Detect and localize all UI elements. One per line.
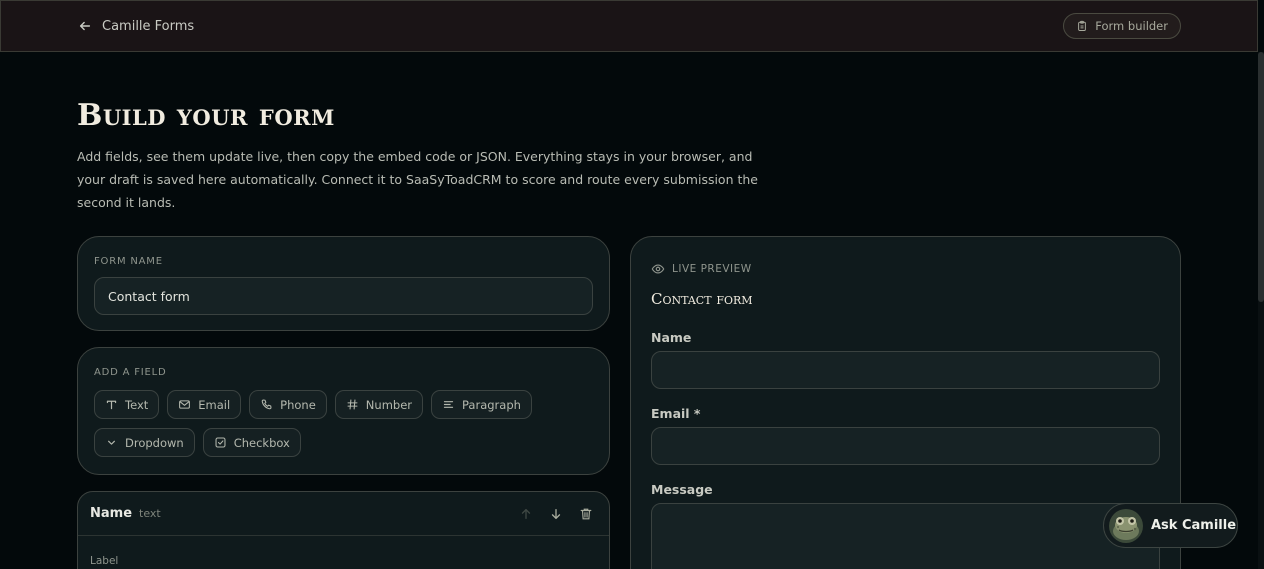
ask-camille-label: Ask Camille — [1151, 518, 1237, 533]
preview-form-title: Contact form — [651, 290, 753, 308]
field-editor-header[interactable]: Name text — [78, 492, 609, 536]
clipboard-icon — [1078, 20, 1087, 31]
hash-icon — [347, 399, 358, 410]
paragraph-icon — [443, 401, 454, 408]
chip-label: Text — [125, 397, 149, 412]
form-name-label: Form name — [94, 256, 163, 267]
chip-label: Number — [365, 397, 412, 412]
chip-label: Checkbox — [233, 435, 290, 450]
field-label-caption: Label — [90, 555, 119, 567]
chip-label: Email — [198, 397, 231, 412]
field-type: text — [139, 507, 161, 520]
preview-email-input[interactable] — [651, 427, 1160, 465]
arrow-left-icon — [79, 21, 91, 31]
preview-message-textarea[interactable] — [651, 503, 1160, 569]
chevron-down-icon — [108, 440, 115, 445]
live-preview-card: Live preview Contact form Name Email * M… — [630, 236, 1181, 569]
chip-label: Dropdown — [125, 435, 184, 450]
chip-label: Paragraph — [462, 397, 521, 412]
text-icon — [106, 400, 117, 410]
arrow-down-icon — [551, 508, 561, 520]
delete-button[interactable] — [579, 506, 593, 525]
toad-avatar — [1109, 508, 1143, 543]
live-preview-label: Live preview — [672, 263, 752, 275]
move-up-button[interactable] — [519, 506, 533, 525]
preview-name-label: Name — [651, 330, 692, 345]
scrollbar-thumb[interactable] — [1258, 52, 1264, 302]
phone-icon — [261, 399, 272, 410]
field-editor-card: Name text Label — [77, 491, 610, 569]
page-title: Build your form — [77, 98, 335, 133]
add-field-label: Add a field — [94, 367, 167, 378]
add-paragraph-button[interactable]: Paragraph — [431, 390, 532, 419]
add-text-button[interactable]: Text — [94, 390, 160, 419]
top-bar: Camille Forms Form builder — [0, 0, 1258, 52]
chip-label: Phone — [280, 397, 316, 412]
form-name-input[interactable]: Contact form — [94, 277, 593, 315]
preview-email-label: Email * — [651, 406, 701, 421]
move-down-button[interactable] — [549, 506, 563, 525]
trash-icon — [580, 508, 592, 520]
brand-label: Camille Forms — [102, 18, 195, 34]
add-email-button[interactable]: Email — [167, 390, 242, 419]
arrow-up-icon — [521, 508, 531, 520]
add-field-card: Add a field Text Email Phone Number Para… — [77, 347, 610, 475]
ask-camille-button[interactable]: Ask Camille — [1103, 503, 1238, 548]
form-name-card: Form name Contact form — [77, 236, 610, 331]
add-phone-button[interactable]: Phone — [249, 390, 327, 419]
page-description: Add fields, see them update live, then c… — [77, 149, 758, 210]
checkbox-icon — [215, 437, 226, 448]
add-checkbox-button[interactable]: Checkbox — [202, 428, 301, 457]
field-name: Name — [90, 506, 133, 521]
eye-icon — [651, 264, 665, 274]
preview-message-label: Message — [651, 482, 713, 497]
mail-icon — [179, 400, 191, 409]
back-link[interactable]: Camille Forms — [78, 19, 194, 34]
form-builder-pill: Form builder — [1063, 13, 1181, 39]
add-dropdown-button[interactable]: Dropdown — [94, 428, 195, 457]
preview-name-input[interactable] — [651, 351, 1160, 389]
add-number-button[interactable]: Number — [334, 390, 423, 419]
pill-label: Form builder — [1095, 19, 1168, 33]
live-preview-tag: Live preview — [651, 262, 752, 276]
